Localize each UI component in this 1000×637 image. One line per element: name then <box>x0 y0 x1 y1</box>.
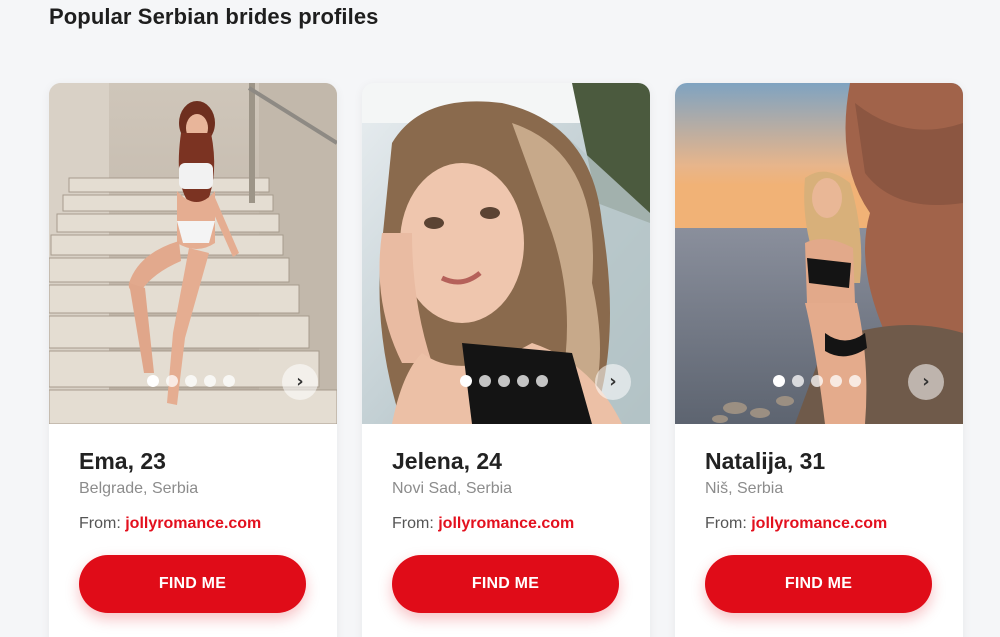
profile-source: From: jollyromance.com <box>392 515 620 533</box>
carousel-dot[interactable] <box>792 375 804 387</box>
carousel-dot[interactable] <box>204 375 216 387</box>
profile-name-age: Ema, 23 <box>79 448 166 474</box>
profile-card-ema: › Ema, 23 Belgrade, Serbia From: jollyro… <box>49 83 337 637</box>
chevron-right-icon: › <box>609 371 617 392</box>
profile-card-natalija: › Natalija, 31 Niš, Serbia From: jollyro… <box>675 83 963 637</box>
carousel-dots <box>460 375 548 387</box>
carousel-dot[interactable] <box>811 375 823 387</box>
chevron-right-icon: › <box>922 371 930 392</box>
carousel-dot[interactable] <box>223 375 235 387</box>
profile-card-jelena: › Jelena, 24 Novi Sad, Serbia From: joll… <box>362 83 650 637</box>
source-label: From: <box>392 515 434 532</box>
profile-info: Jelena, 24 Novi Sad, Serbia From: jollyr… <box>362 448 650 613</box>
carousel-dot[interactable] <box>147 375 159 387</box>
profile-name-age: Natalija, 31 <box>705 448 826 474</box>
carousel-dot[interactable] <box>185 375 197 387</box>
chevron-right-icon: › <box>296 371 304 392</box>
carousel-dot[interactable] <box>830 375 842 387</box>
source-label: From: <box>79 515 121 532</box>
profile-photo-carousel[interactable]: › <box>362 83 650 424</box>
section-title: Popular Serbian brides profiles <box>49 4 379 29</box>
profile-source: From: jollyromance.com <box>79 515 307 533</box>
carousel-dots <box>773 375 861 387</box>
find-me-button[interactable]: FIND ME <box>705 555 932 613</box>
profile-source: From: jollyromance.com <box>705 515 933 533</box>
profile-photo-carousel[interactable]: › <box>675 83 963 424</box>
profile-location: Belgrade, Serbia <box>79 480 199 497</box>
carousel-dot[interactable] <box>536 375 548 387</box>
find-me-button[interactable]: FIND ME <box>79 555 306 613</box>
carousel-dot[interactable] <box>460 375 472 387</box>
page: Popular Serbian brides profiles › Ema, 2… <box>0 0 1000 637</box>
carousel-dots <box>147 375 235 387</box>
profile-location: Niš, Serbia <box>705 480 784 497</box>
profile-photo-carousel[interactable]: › <box>49 83 337 424</box>
carousel-next-button[interactable]: › <box>595 364 631 400</box>
source-site-link[interactable]: jollyromance.com <box>751 515 887 532</box>
profile-location: Novi Sad, Serbia <box>392 480 513 497</box>
source-site-link[interactable]: jollyromance.com <box>125 515 261 532</box>
carousel-dot[interactable] <box>166 375 178 387</box>
profile-name-age: Jelena, 24 <box>392 448 502 474</box>
carousel-next-button[interactable]: › <box>908 364 944 400</box>
profile-info: Natalija, 31 Niš, Serbia From: jollyroma… <box>675 448 963 613</box>
carousel-dot[interactable] <box>479 375 491 387</box>
source-site-link[interactable]: jollyromance.com <box>438 515 574 532</box>
carousel-next-button[interactable]: › <box>282 364 318 400</box>
carousel-dot[interactable] <box>849 375 861 387</box>
carousel-dot[interactable] <box>773 375 785 387</box>
carousel-dot[interactable] <box>498 375 510 387</box>
source-label: From: <box>705 515 747 532</box>
profile-info: Ema, 23 Belgrade, Serbia From: jollyroma… <box>49 448 337 613</box>
carousel-dot[interactable] <box>517 375 529 387</box>
find-me-button[interactable]: FIND ME <box>392 555 619 613</box>
